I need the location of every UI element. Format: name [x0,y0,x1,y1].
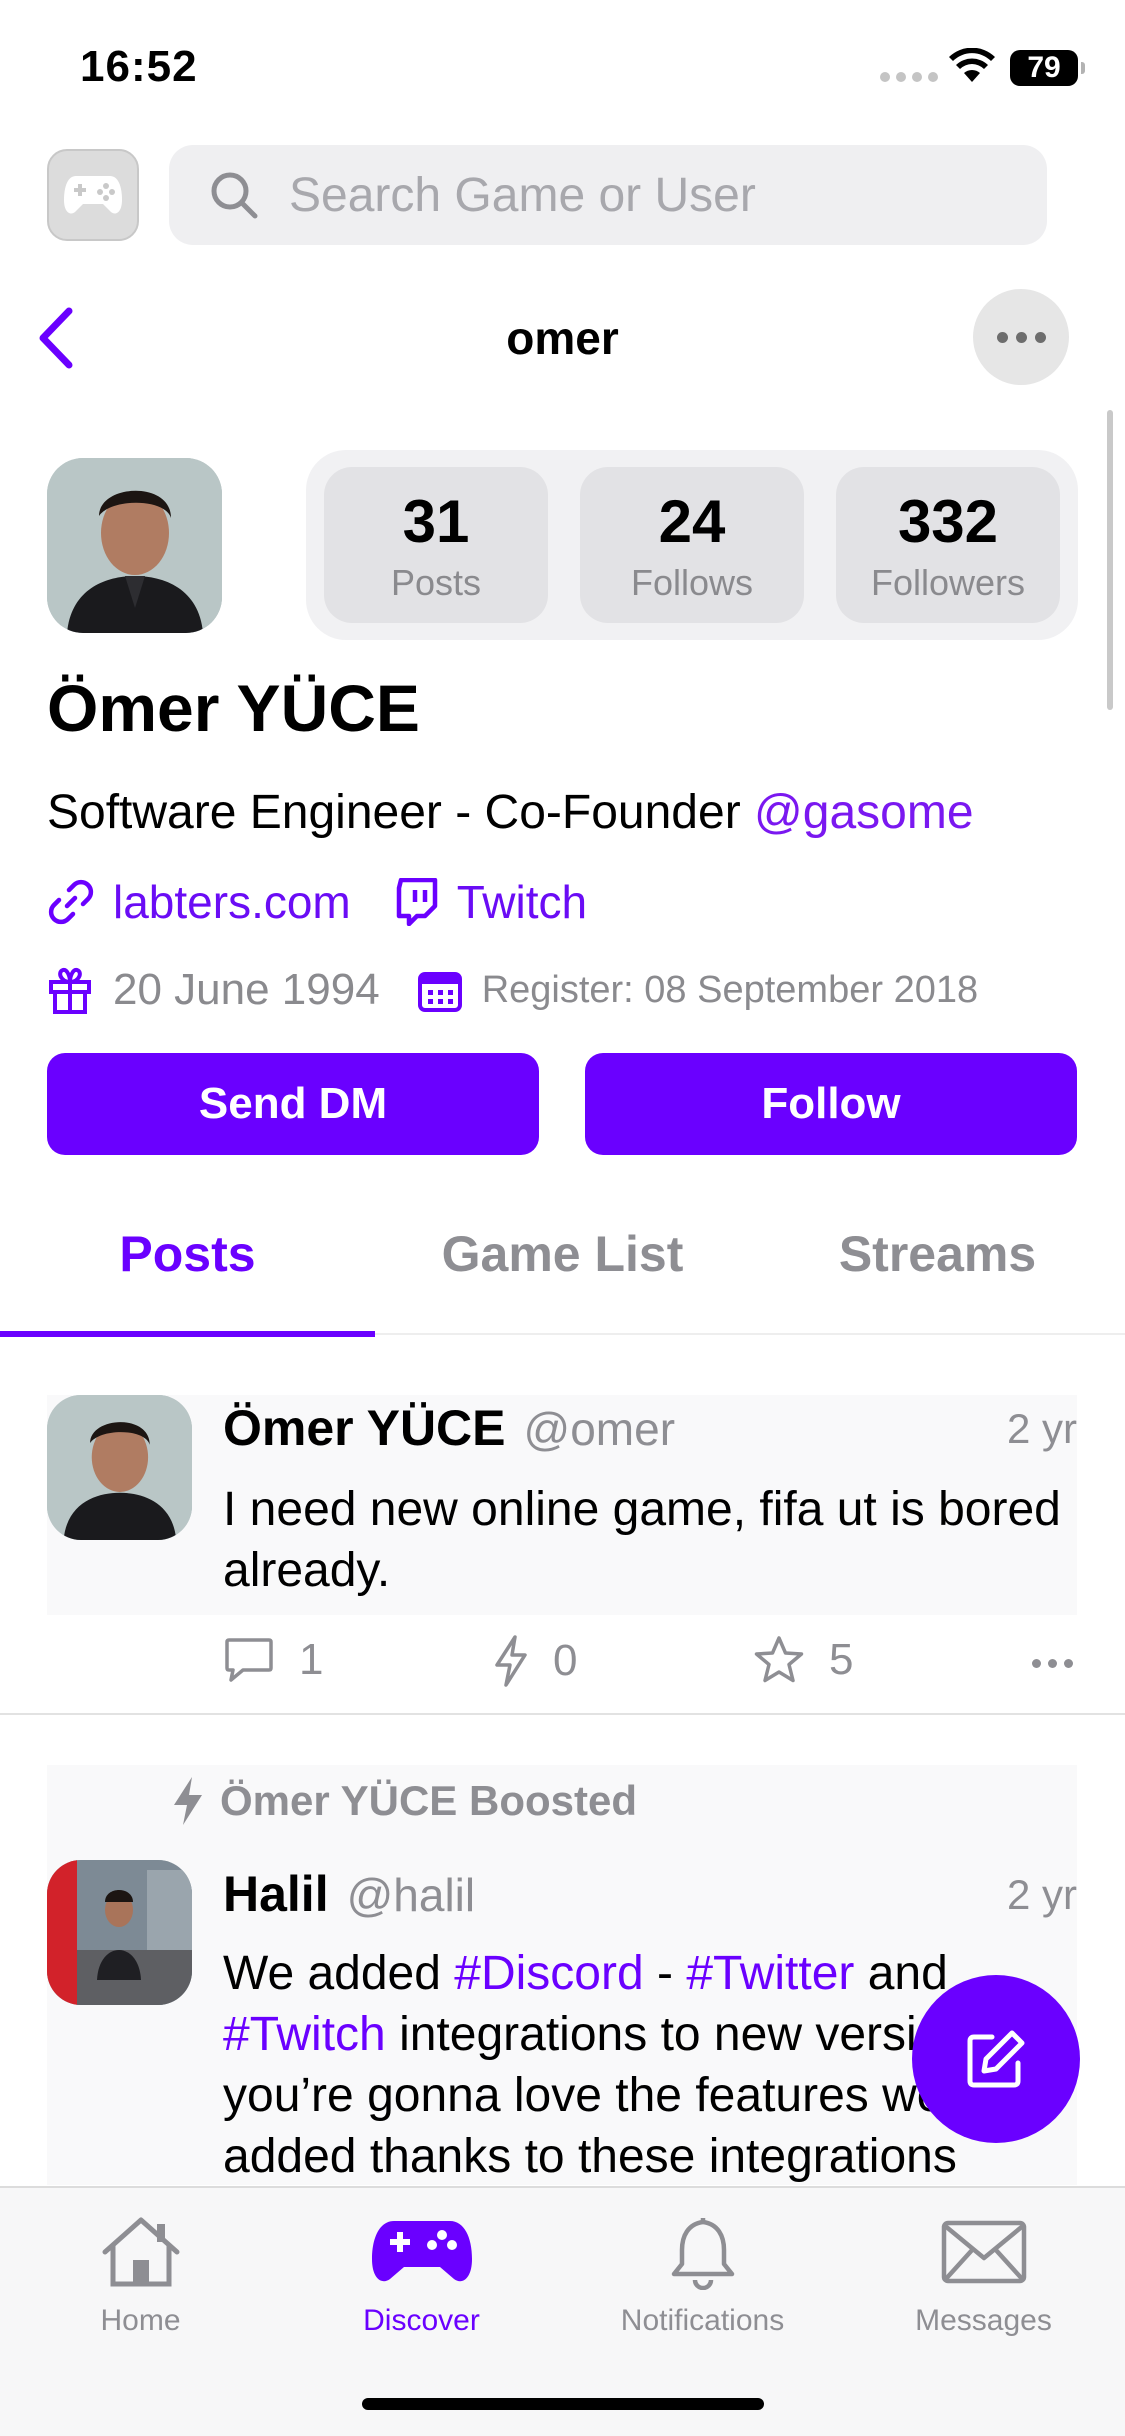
website-text: labters.com [113,876,351,928]
lightning-icon [495,1635,527,1687]
tab-messages-label: Messages [915,2304,1052,2337]
tab-messages[interactable]: Messages [843,2210,1124,2338]
calendar-icon [417,972,462,1012]
link-icon [48,879,94,925]
text-segment: We added [223,1947,455,2000]
profile-stats: 31 Posts 24 Follows 332 Followers [306,450,1078,640]
tab-home[interactable]: Home [0,2210,281,2338]
comment-action[interactable]: 1 [223,1635,323,1685]
posts-label: Posts [390,561,482,603]
post-author-avatar[interactable] [47,1395,192,1540]
gift-icon [49,967,91,1014]
bio-mention-link[interactable]: @gasome [754,786,974,839]
compose-icon [967,2030,1025,2088]
hashtag-twitter[interactable]: #Twitter [686,1947,854,2000]
search-row [47,145,1047,245]
profile-tabs: Posts Game List Streams [0,1205,1125,1337]
status-time: 16:52 [80,42,198,91]
profile-bio: Software Engineer - Co-Founder @gasome [47,785,974,840]
tab-discover-label: Discover [363,2304,480,2337]
post-author-name[interactable]: Halil [223,1865,329,1923]
tab-streams[interactable]: Streams [750,1225,1125,1283]
register-text: Register: 08 September 2018 [481,968,979,1011]
twitch-text: Twitch [456,876,588,928]
follow-button[interactable]: Follow [585,1053,1077,1155]
star-action[interactable]: 5 [753,1635,853,1685]
boosted-by-text: Ömer YÜCE Boosted [220,1777,637,1824]
navigation-bar: omer [0,285,1125,385]
profile-avatar[interactable] [47,458,222,633]
search-field[interactable] [169,145,1047,245]
post-author-handle[interactable]: @omer [524,1402,676,1456]
compose-button[interactable] [912,1975,1080,2143]
follows-label: Follows [630,561,754,603]
post-more-button[interactable] [1032,1659,1073,1668]
posts-count: 31 [402,487,470,555]
followers-count: 332 [897,487,999,555]
website-link[interactable]: labters.com [47,875,351,929]
hashtag-discord[interactable]: #Discord [454,1947,643,2000]
post-timestamp: 2 yr [1006,1871,1077,1918]
envelope-icon [941,2210,1027,2294]
more-options-button[interactable] [973,289,1069,385]
battery-icon: 79 [1010,50,1085,86]
profile-links: labters.com Twitch [47,875,587,929]
post-author-avatar[interactable] [47,1860,192,2005]
comment-count: 1 [299,1635,324,1684]
search-icon [209,170,259,220]
comment-icon [225,1638,273,1682]
birthday-info: 20 June 1994 [47,965,380,1015]
followers-stat[interactable]: 332 Followers [836,467,1060,623]
register-info: Register: 08 September 2018 [417,968,979,1012]
search-input[interactable] [289,167,989,223]
posts-stat[interactable]: 31 Posts [324,467,548,623]
tab-notifications[interactable]: Notifications [562,2210,843,2338]
send-dm-button[interactable]: Send DM [47,1053,539,1155]
boosted-by: Ömer YÜCE Boosted [170,1775,637,1827]
star-icon [754,1636,804,1683]
home-indicator[interactable] [362,2398,764,2410]
wifi-icon [948,47,996,89]
twitch-icon [396,878,437,926]
tab-discover[interactable]: Discover [281,2210,562,2338]
active-tab-indicator [0,1331,375,1337]
profile-meta: 20 June 1994 Register: 08 September 2018 [47,965,978,1015]
followers-label: Followers [870,561,1026,603]
post-text: I need new online game, fifa ut is bored… [223,1483,1061,1597]
boost-action[interactable]: 0 [493,1635,577,1687]
hashtag-twitch[interactable]: #Twitch [223,2008,386,2061]
tab-posts[interactable]: Posts [0,1225,375,1283]
text-segment: - [643,1947,687,2000]
post-header: Halil @halil [223,1865,475,1923]
tab-home-label: Home [100,2304,181,2337]
post-author-handle[interactable]: @halil [347,1868,476,1922]
page-title: omer [506,312,619,364]
follows-count: 24 [658,487,726,555]
birthday-text: 20 June 1994 [113,965,380,1014]
post-actions: 1 0 5 [223,1635,1073,1695]
scrollbar [1107,410,1113,710]
post-author-name[interactable]: Ömer YÜCE [223,1399,506,1457]
tab-game-list[interactable]: Game List [375,1225,750,1283]
tab-notifications-label: Notifications [620,2304,785,2337]
home-icon [99,2210,183,2294]
boost-count: 0 [553,1636,578,1685]
signal-icon [880,72,938,82]
gamepad-app-icon[interactable] [47,149,139,241]
status-bar: 16:52 79 [0,0,1125,130]
text-segment: and [854,1947,948,2000]
bio-text: Software Engineer - Co-Founder [47,786,755,839]
gamepad-icon [370,2210,474,2294]
post-header: Ömer YÜCE @omer [223,1399,675,1457]
star-count: 5 [829,1635,854,1684]
lightning-icon [174,1777,202,1825]
post-timestamp: 2 yr [1006,1405,1077,1452]
bell-icon [668,2210,738,2294]
follows-stat[interactable]: 24 Follows [580,467,804,623]
post-item[interactable]: Ömer YÜCE @omer 2 yr I need new online g… [0,1375,1125,1715]
profile-name: Ömer YÜCE [47,671,420,745]
twitch-link[interactable]: Twitch [395,875,587,929]
